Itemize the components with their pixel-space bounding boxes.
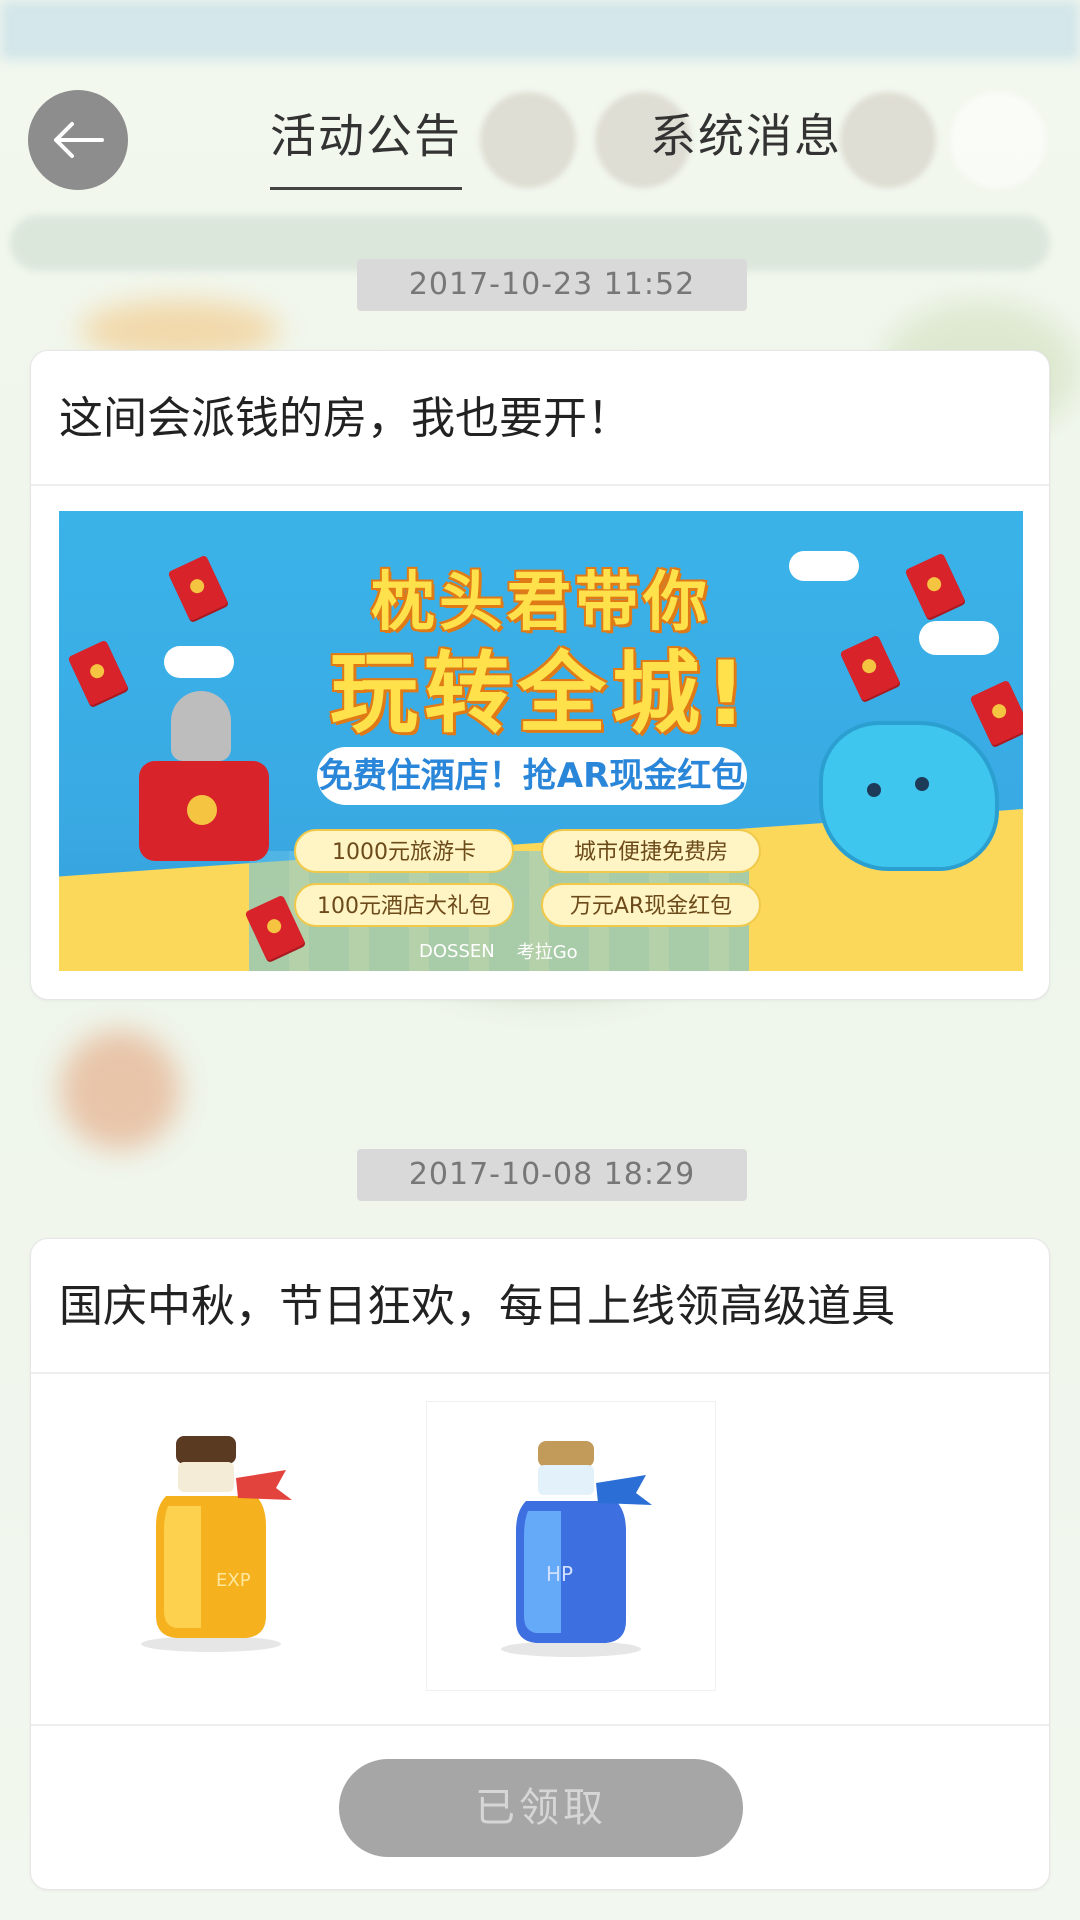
background-avatar [480,92,576,188]
back-button[interactable] [28,90,128,190]
svg-text:HP: HP [546,1562,573,1586]
announcement-title: 这间会派钱的房，我也要开！ [31,351,1049,486]
tab-system-messages[interactable]: 系统消息 [650,100,842,170]
header: 活动公告 系统消息 [0,0,1080,200]
claimed-button[interactable]: 已领取 [339,1759,743,1857]
banner-perk: 100元酒店大礼包 [294,883,514,927]
banner-logos: DOSSEN 考拉Go [419,935,759,967]
red-envelope-icon [139,761,269,861]
hp-potion-icon: HP [501,1441,652,1657]
banner-perk: 城市便捷免费房 [541,829,761,873]
banner-perk: 1000元旅游卡 [294,829,514,873]
banner-subtitle: 免费住酒店！抢AR现金红包 [317,747,747,805]
promo-banner-image[interactable]: 枕头君带你 玩转全城! 免费住酒店！抢AR现金红包 1000元旅游卡 城市便捷免… [59,511,1023,971]
announcement-card[interactable]: 国庆中秋，节日狂欢，每日上线领高级道具 EXP HP 已领取 [30,1238,1050,1890]
koala-go-logo: 考拉Go [516,942,578,963]
arrow-left-icon [54,122,104,158]
dossen-logo: DOSSEN [419,940,495,962]
announcement-card[interactable]: 这间会派钱的房，我也要开！ 枕头君带你 玩转全城! 免费住酒店！抢AR现金红包 … [30,350,1050,1000]
timestamp-label: 2017-10-08 18:29 [357,1149,747,1201]
background-avatar [950,92,1046,188]
background-blob [60,1030,180,1150]
banner-perk: 万元AR现金红包 [541,883,761,927]
announcement-title: 国庆中秋，节日狂欢，每日上线领高级道具 [31,1239,1049,1374]
svg-text:EXP: EXP [216,1570,251,1591]
background-avatar [840,92,936,188]
tab-activity-announcements[interactable]: 活动公告 [270,100,462,190]
timestamp-label: 2017-10-23 11:52 [357,259,747,311]
exp-potion-icon: EXP [141,1436,292,1652]
reward-items: EXP HP [31,1376,1049,1726]
banner-headline-2: 玩转全城! [329,642,753,745]
